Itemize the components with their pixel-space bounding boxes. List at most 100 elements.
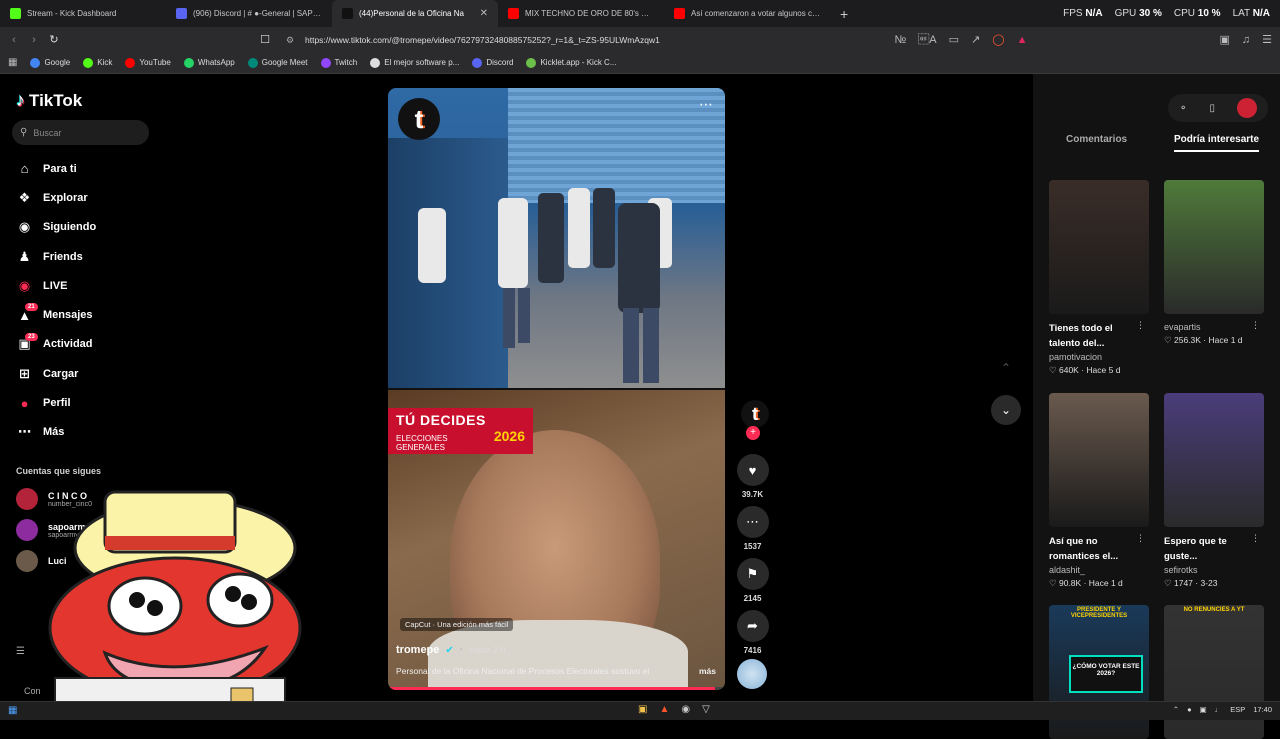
address-bar[interactable]: ⚙ https://www.tiktok.com/@tromepe/video/… [260, 31, 1000, 49]
card-more-icon[interactable]: ⋮ [1251, 320, 1260, 331]
bookmark-favicon [125, 57, 136, 68]
more-link[interactable]: más [699, 666, 716, 676]
network-icon[interactable]: ▣ [1200, 705, 1207, 714]
forward-icon[interactable]: › [24, 34, 44, 46]
start-icon[interactable]: ▦ [8, 705, 17, 716]
tiktok-logo[interactable]: ♪ TikTok [16, 90, 82, 111]
video-more-icon[interactable]: ⋯ [699, 96, 713, 113]
nav-item-profile[interactable]: ● Perfil [16, 388, 96, 417]
card-more-icon[interactable]: ⋮ [1136, 320, 1145, 331]
bookmark-item[interactable]: YouTube [125, 57, 171, 68]
nav-item-friends[interactable]: ♟ Friends [16, 242, 96, 271]
card-title: Tienes todo el talento del... [1049, 323, 1113, 349]
nav-item-activity[interactable]: ▣ 23 Actividad [16, 330, 96, 359]
following-avatar-icon: ◉ [18, 219, 31, 235]
tray-arrow-icon[interactable]: ⌃ [1173, 705, 1179, 714]
close-tab-icon[interactable]: ✕ [480, 8, 488, 19]
bookmark-item[interactable]: WhatsApp [183, 57, 235, 68]
vote-sticker: ¿CÓMO VOTAR ESTE 2026? [1069, 655, 1143, 693]
video-player[interactable]: t ⋯ TÚ DECIDES ELECCIONES GENERALES 2026… [388, 88, 725, 690]
nav-item-more[interactable]: ⋯ Más [16, 418, 96, 447]
browser-tab[interactable]: (906) Discord | # ●-General | SAPOL [166, 0, 332, 27]
share-arrow-icon[interactable]: ➦ [736, 610, 769, 642]
bookmark-item[interactable]: Kick [83, 57, 112, 68]
nav-item-live[interactable]: ◉ LIVE [16, 271, 96, 300]
app-icon[interactable]: ▽ [702, 704, 710, 715]
card-time: Hace 1 d [1088, 578, 1123, 588]
next-video-icon[interactable]: ⌄ [991, 395, 1021, 425]
recommended-video-card[interactable]: Espero que te guste... ⋮ sefirotks ♡ 1747 ·… [1164, 393, 1264, 589]
video-author[interactable]: tromepe ✔ · Hace 2 h [396, 644, 506, 656]
sidebar-icon[interactable]: ▣ [1219, 33, 1229, 46]
bookmark-item[interactable]: Twitch [320, 57, 357, 68]
user-avatar[interactable] [1236, 98, 1257, 118]
obs-icon[interactable]: ◉ [681, 704, 690, 715]
bookmark-item[interactable]: Kicklet.app - Kick C... [526, 57, 617, 68]
reload-icon[interactable]: ↻ [44, 33, 64, 46]
cast-icon[interactable]: ▭ [949, 33, 959, 46]
previous-video-icon[interactable]: ⌃ [991, 353, 1021, 383]
browser-tab[interactable]: (44)Personal de la Oficina Na ✕ [332, 0, 498, 27]
browser-tab[interactable]: Así comenzaron a votar algunos can [664, 0, 830, 27]
bookmark-item[interactable]: Google [30, 57, 70, 68]
video-thumbnail[interactable] [1164, 393, 1264, 527]
recommended-video-card[interactable]: ⋮ evapartis ♡ 256.3K · Hace 1 d [1164, 180, 1264, 346]
browser-tab[interactable]: MIX TECHNO DE ORO DE 80's & 90's [498, 0, 664, 27]
nav-list-icon[interactable]: ☰ [16, 646, 25, 657]
share-icon[interactable]: ↗ [971, 33, 980, 46]
card-time: Hace 5 d [1086, 365, 1121, 375]
nav-item-compass[interactable]: ❖ Explorar [16, 183, 96, 212]
card-time: Hace 1 d [1208, 335, 1243, 345]
apps-grid-icon[interactable]: ▦ [8, 57, 17, 68]
nav-item-following-avatar[interactable]: ◉ Siguiendo [16, 213, 96, 242]
tiktok-note-icon: ♪ [16, 90, 25, 110]
tab-recommended[interactable]: Podría interesarte [1174, 134, 1260, 152]
video-thumbnail[interactable] [1049, 180, 1149, 314]
gpu-stat: GPU 30 % [1114, 8, 1162, 19]
recommended-video-card[interactable]: Así que no romantices el... ⋮ aldashit_ ♡ 9… [1049, 393, 1149, 589]
new-tab-button[interactable]: + [830, 6, 858, 22]
bookmark-item[interactable]: El mejor software p... [370, 57, 459, 68]
translate-icon[interactable]: A [918, 34, 936, 46]
nav-item-upload[interactable]: ⊞ Cargar [16, 359, 96, 388]
follow-plus-icon[interactable]: + [746, 426, 760, 440]
back-icon[interactable]: ‹ [4, 34, 24, 46]
media-icon[interactable]: ♫ [1242, 34, 1250, 46]
brave-shield-icon[interactable]: ◯ [992, 33, 1004, 46]
recommended-video-card[interactable]: Tienes todo el talento del... ⋮ pamotivaci… [1049, 180, 1149, 376]
discover-icon[interactable]: ⚬ [1179, 103, 1187, 114]
nav-label: Perfil [43, 397, 71, 410]
card-meta: ♡ 1747 · 3-23 [1164, 578, 1218, 588]
menu-icon[interactable]: ☰ [1262, 33, 1272, 46]
file-explorer-icon[interactable]: ▣ [638, 704, 647, 715]
card-meta: ♡ 90.8K · Hace 1 d [1049, 578, 1123, 588]
rewards-icon[interactable]: ▲ [1017, 34, 1028, 46]
device-icon[interactable]: ▯ [1209, 103, 1215, 114]
tab-comments[interactable]: Comentarios [1066, 134, 1127, 145]
search-input[interactable]: ⚲ Buscar [12, 120, 149, 145]
volume-icon[interactable]: ♩ [1215, 705, 1223, 714]
browser-tab[interactable]: Stream - Kick Dashboard [0, 0, 166, 27]
like-icon[interactable]: ♥ [736, 454, 769, 486]
video-progress-bar[interactable] [388, 687, 725, 690]
bookmark-item[interactable]: Discord [472, 57, 513, 68]
creator-avatar[interactable]: t [741, 400, 769, 428]
card-more-icon[interactable]: ⋮ [1136, 533, 1145, 544]
bookmark-item[interactable]: Google Meet [247, 57, 308, 68]
site-info-icon[interactable]: ⚙ [286, 35, 294, 46]
video-thumbnail[interactable] [1049, 393, 1149, 527]
save-icon[interactable]: ⚑ [736, 558, 769, 590]
nav-item-home[interactable]: ⌂ Para ti [16, 154, 96, 183]
mic-icon[interactable]: ● [1187, 705, 1192, 714]
clock[interactable]: 17:40 [1253, 705, 1272, 714]
comment-icon[interactable]: ⋯ [736, 506, 769, 538]
language-indicator[interactable]: ESP [1230, 705, 1245, 714]
capcut-tag[interactable]: CapCut · Una edición más fácil [400, 618, 514, 631]
video-thumbnail[interactable] [1164, 180, 1264, 314]
card-more-icon[interactable]: ⋮ [1251, 533, 1260, 544]
sound-disc-icon[interactable] [737, 659, 767, 689]
nav-item-messages[interactable]: ▲ 21 Mensajes [16, 300, 96, 329]
card-author: sefirotks [1164, 565, 1198, 575]
brave-icon[interactable]: ▲ [659, 704, 669, 715]
reader-mode-icon[interactable]: № [894, 34, 906, 46]
